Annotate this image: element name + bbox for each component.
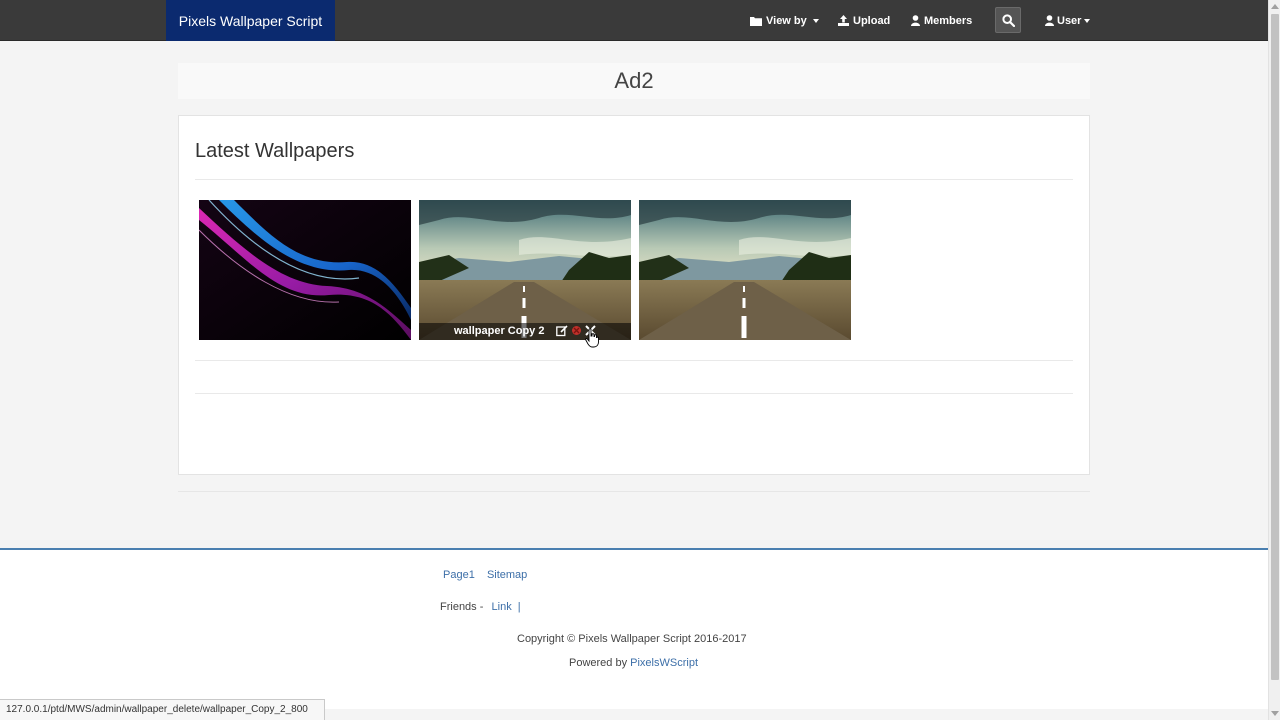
browser-status-bar: 127.0.0.1/ptd/MWS/admin/wallpaper_delete… — [0, 699, 325, 720]
page-footer: Page1 Sitemap Friends - Link | Copyright… — [0, 548, 1268, 709]
divider — [195, 393, 1073, 394]
scrollbar-thumb[interactable] — [1271, 14, 1279, 680]
wallpaper-caption: wallpaper Copy 2 — [454, 325, 545, 337]
wallpaper-caption-bar: wallpaper Copy 2 — [419, 323, 631, 340]
brand-link[interactable]: Pixels Wallpaper Script — [166, 0, 335, 41]
upload-icon — [838, 15, 849, 26]
footer-links-row: Page1 Sitemap — [443, 569, 527, 581]
scroll-down-icon[interactable] — [1271, 711, 1279, 716]
chevron-down-icon — [812, 18, 819, 23]
scroll-up-icon[interactable] — [1271, 4, 1279, 9]
friends-link[interactable]: Link — [492, 601, 512, 613]
powered-by-label: Powered by — [569, 657, 628, 669]
friends-separator: | — [517, 601, 521, 613]
page-scrollbar[interactable] — [1268, 0, 1280, 720]
abstract-swirl-image — [199, 200, 411, 340]
user-dropdown[interactable]: User — [1045, 0, 1091, 41]
members-link[interactable]: Members — [911, 0, 972, 41]
members-label: Members — [924, 14, 973, 27]
section-title: Latest Wallpapers — [195, 140, 355, 162]
view-by-label: View by — [766, 14, 807, 27]
folder-icon — [750, 16, 762, 26]
top-navbar: Pixels Wallpaper Script View by Upload M… — [0, 0, 1268, 41]
chevron-down-icon — [1084, 18, 1091, 23]
delete-icon[interactable] — [571, 325, 582, 336]
footer-page1-link[interactable]: Page1 — [443, 569, 475, 581]
hand-cursor-icon — [585, 328, 599, 348]
divider — [195, 360, 1073, 361]
ad-banner: Ad2 — [178, 63, 1090, 99]
copyright-text: Copyright © Pixels Wallpaper Script 2016… — [517, 633, 747, 645]
edit-icon[interactable] — [556, 325, 568, 337]
wallpaper-thumbnail[interactable]: wallpaper Copy 2 — [419, 200, 631, 340]
user-icon — [1045, 15, 1054, 26]
latest-wallpapers-panel: Latest Wallpapers wallpaper Copy 2 — [178, 115, 1090, 475]
user-icon — [911, 15, 920, 26]
wallpaper-thumbnail[interactable] — [639, 200, 851, 340]
search-button[interactable] — [995, 7, 1021, 33]
powered-by-link[interactable]: PixelsWScript — [630, 657, 698, 669]
user-label: User — [1057, 14, 1082, 27]
footer-sitemap-link[interactable]: Sitemap — [487, 569, 527, 581]
road-landscape-image — [639, 200, 851, 340]
road-landscape-image — [419, 200, 631, 340]
view-by-dropdown[interactable]: View by — [750, 0, 819, 41]
divider — [195, 179, 1073, 180]
search-icon — [1001, 13, 1015, 27]
divider — [178, 491, 1090, 492]
wallpaper-thumbnail[interactable] — [199, 200, 411, 340]
powered-by-row: Powered by PixelsWScript — [569, 657, 698, 669]
friends-label: Friends - — [440, 601, 484, 613]
upload-link[interactable]: Upload — [838, 0, 890, 41]
upload-label: Upload — [853, 14, 891, 27]
footer-friends-row: Friends - Link | — [440, 601, 521, 613]
